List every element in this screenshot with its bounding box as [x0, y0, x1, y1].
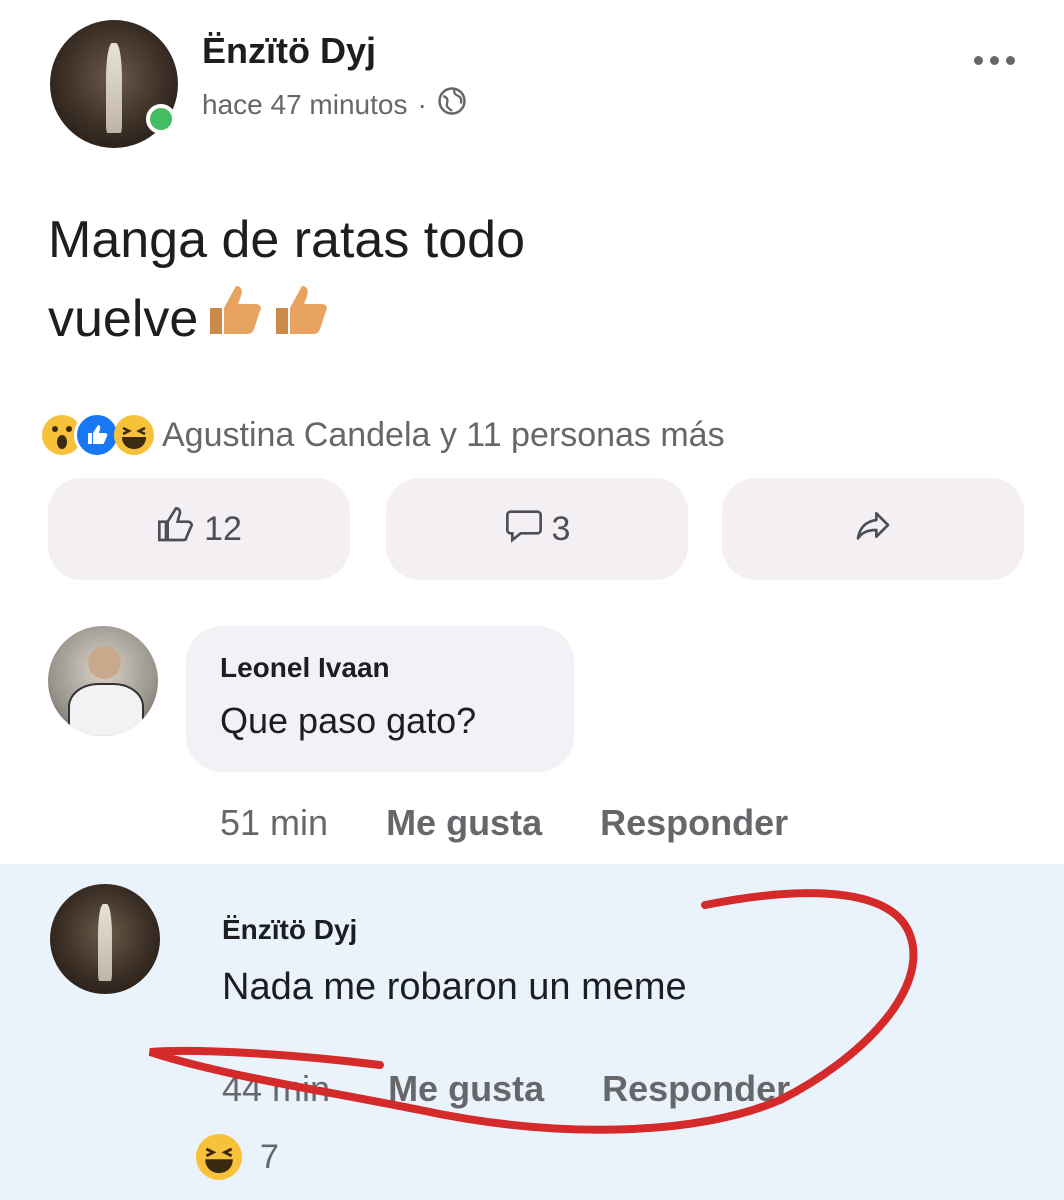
comment-actions: 51 min Me gusta Responder [220, 802, 788, 844]
comment-reply-link[interactable]: Responder [600, 802, 788, 844]
comment-author-avatar[interactable] [48, 626, 158, 736]
separator-dot: · [417, 88, 427, 120]
post-text-line-2-text: vuelve [48, 289, 199, 348]
haha-reaction-icon [114, 415, 154, 455]
comment-count: 3 [551, 509, 571, 548]
comment-bubble-icon [504, 505, 544, 554]
more-options-button[interactable] [968, 50, 1020, 70]
share-button[interactable] [722, 478, 1024, 580]
comment-actions: 44 min Me gusta Responder [222, 1068, 790, 1110]
post-text-line-1: Manga de ratas todo [48, 211, 525, 269]
comment-bubble[interactable]: Leonel Ivaan Que paso gato? [186, 626, 574, 772]
comment-like-link[interactable]: Me gusta [388, 1068, 544, 1110]
post-text-line-2: vuelve [48, 278, 525, 359]
reactions-summary[interactable]: Agustina Candela y 11 personas más [42, 412, 725, 458]
comment-like-link[interactable]: Me gusta [386, 802, 542, 844]
thumbs-up-emoji-icon [268, 278, 334, 359]
post-timestamp[interactable]: hace 47 minutos [202, 89, 407, 121]
comment-text: Que paso gato? [220, 700, 477, 741]
comment-timestamp[interactable]: 44 min [222, 1068, 330, 1110]
share-arrow-icon [853, 505, 893, 554]
post-text: Manga de ratas todo vuelve [48, 202, 525, 359]
reaction-icons [42, 412, 154, 458]
comment-author-avatar[interactable] [50, 884, 160, 994]
globe-icon [437, 86, 467, 123]
comment-reaction-count[interactable]: 7 [196, 1134, 279, 1180]
comment-author-name[interactable]: Ënzïtö Dyj [222, 914, 357, 946]
post-author-name[interactable]: Ënzïtö Dyj [202, 30, 376, 72]
thumbs-up-icon [156, 505, 196, 554]
reaction-count-number: 7 [260, 1137, 279, 1176]
highlighted-comment-area [0, 864, 1064, 1200]
like-button[interactable]: 12 [48, 478, 350, 580]
comment-button[interactable]: 3 [386, 478, 688, 580]
online-status-dot [146, 104, 176, 134]
like-count: 12 [204, 509, 242, 548]
comment-timestamp[interactable]: 51 min [220, 802, 328, 844]
comment-text: Nada me robaron un meme [222, 966, 687, 1008]
post-time-row: hace 47 minutos · [202, 86, 467, 123]
reactions-summary-text: Agustina Candela y 11 personas más [162, 415, 725, 454]
comment-author-name[interactable]: Leonel Ivaan [220, 652, 390, 684]
haha-reaction-icon [196, 1134, 242, 1180]
thumbs-up-emoji-icon [202, 278, 268, 359]
more-dots-icon [973, 55, 1015, 65]
comment-reply-link[interactable]: Responder [602, 1068, 790, 1110]
